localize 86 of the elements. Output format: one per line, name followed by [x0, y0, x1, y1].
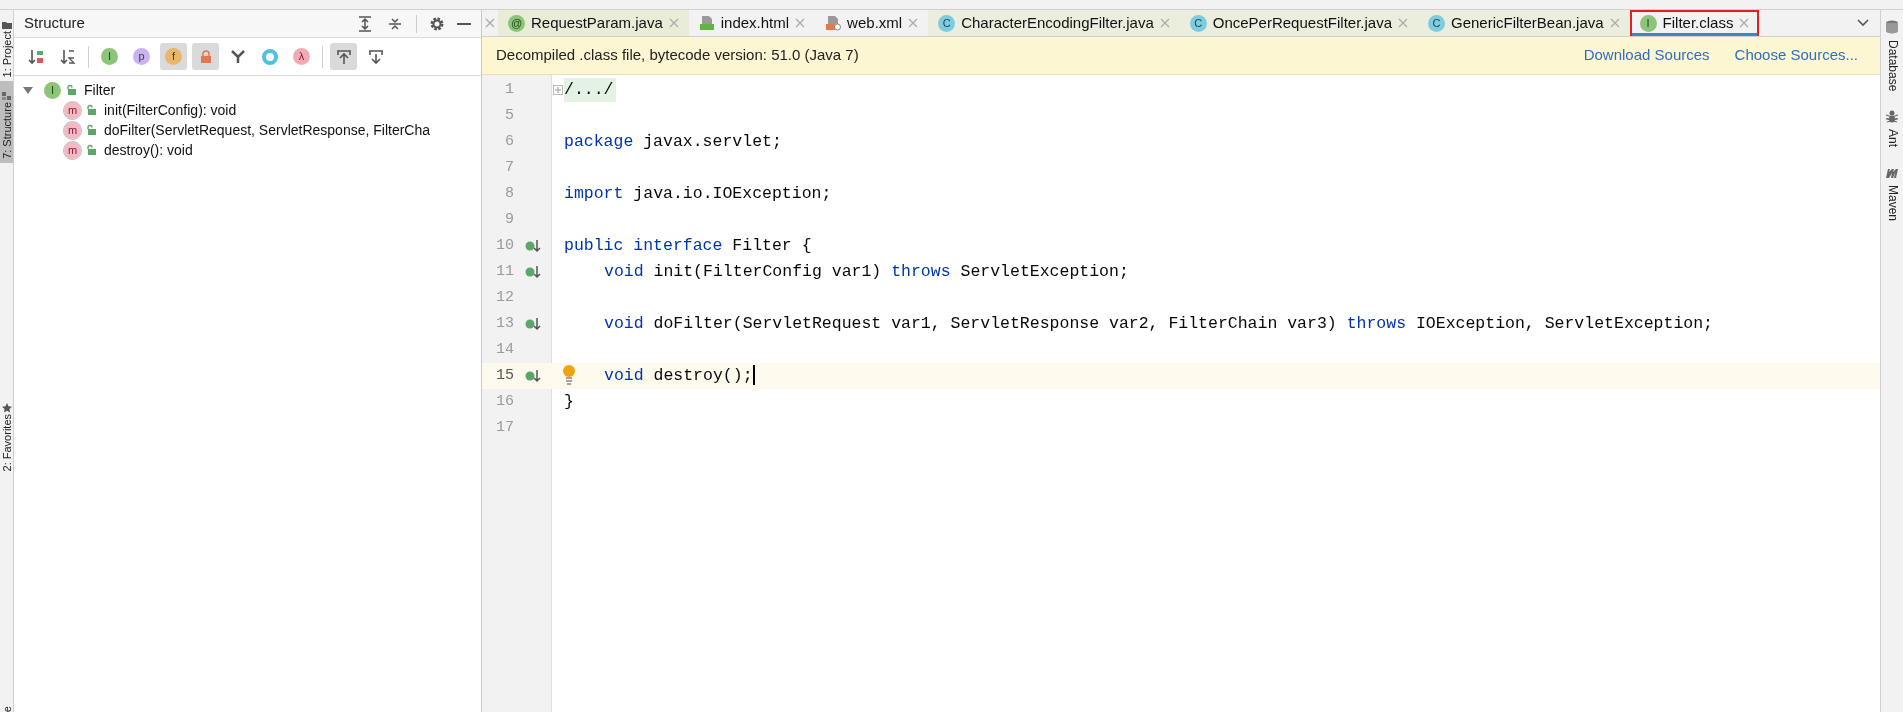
line-number: 8	[504, 183, 514, 204]
line-number: 16	[495, 391, 514, 412]
scroll-from-source-icon	[366, 47, 385, 66]
code-line: void doFilter(ServletRequest var1, ServletResponse var2, FilterChain var3) throws IOException, ServletException;	[603, 312, 1713, 335]
folder-icon	[0, 19, 13, 31]
line-number: 10	[495, 235, 514, 256]
lock-icon	[198, 49, 213, 64]
line-number: 6	[504, 131, 514, 152]
public-icon	[65, 84, 77, 96]
interface-icon: I	[1639, 14, 1657, 32]
line-number: 9	[504, 209, 514, 230]
expand-all-icon[interactable]	[358, 15, 372, 32]
toolbar-toggle[interactable]: p	[128, 43, 155, 70]
method-icon: m	[64, 101, 81, 119]
line-number: 15	[495, 365, 514, 386]
line-number: 5	[504, 105, 514, 126]
implemented-icon[interactable]	[525, 368, 541, 384]
xml-file-icon	[825, 15, 842, 31]
collapse-all-icon[interactable]	[388, 15, 402, 32]
tool-window-tab[interactable]: Maven	[1885, 159, 1899, 228]
interface-icon: I	[101, 48, 118, 65]
class-icon: C	[938, 14, 956, 32]
line-number: 12	[495, 287, 514, 308]
line-number: 13	[495, 313, 514, 334]
toolbar-toggle[interactable]	[192, 43, 219, 70]
annotation-icon: @	[508, 14, 525, 32]
method-icon: m	[64, 121, 81, 139]
banner-link[interactable]: Download Sources	[1583, 44, 1710, 67]
class-icon: C	[1428, 14, 1445, 32]
tool-window-tab[interactable]: 2: Favorites	[0, 393, 13, 476]
line-number: 17	[495, 417, 514, 438]
file-tab[interactable]: @ RequestParam.java	[498, 10, 689, 36]
code-line: }	[564, 390, 574, 413]
tool-window-tab[interactable]: Ant	[1885, 103, 1899, 154]
implemented-icon[interactable]	[525, 238, 541, 254]
database-icon	[1885, 20, 1899, 34]
implemented-icon[interactable]	[525, 316, 541, 332]
tree-item[interactable]: init(FilterConfig): void	[104, 99, 237, 121]
tree-item[interactable]: doFilter(ServletRequest, ServletResponse, FilterCha	[104, 119, 431, 141]
code-line: package javax.servlet;	[564, 130, 782, 153]
fork-icon	[229, 48, 246, 65]
html-file-icon	[698, 15, 715, 31]
public-icon	[85, 124, 97, 136]
line-number: 7	[504, 157, 514, 178]
implemented-icon[interactable]	[525, 264, 541, 280]
line-number: 11	[495, 261, 514, 282]
class-icon: C	[1189, 14, 1207, 32]
sort-visibility-icon	[26, 47, 45, 66]
panel-title: Structure	[24, 13, 85, 34]
code-line: public interface Filter {	[564, 234, 812, 257]
property-icon: p	[133, 48, 150, 65]
line-number: 1	[504, 79, 514, 100]
ant-icon	[1885, 109, 1899, 124]
scroll-to-source-icon	[334, 47, 353, 66]
field-icon: f	[165, 48, 182, 65]
tool-window-tab[interactable]: 1: Project	[0, 10, 13, 82]
tree-item[interactable]: Filter	[84, 79, 116, 101]
banner-text: Decompiled .class file, bytecode version: 51.0 (Java 7)	[496, 45, 859, 66]
tool-window-tab[interactable]: Database	[1885, 14, 1899, 98]
tool-window-tab[interactable]: e	[0, 705, 13, 712]
star-icon	[0, 402, 13, 415]
file-tab[interactable]: C CharacterEncodingFilter.java	[928, 10, 1180, 36]
code-line: import java.io.IOException;	[564, 182, 832, 205]
banner-link[interactable]: Choose Sources...	[1734, 44, 1858, 67]
toolbar-toggle[interactable]: f	[160, 43, 187, 70]
toolbar-toggle[interactable]	[330, 43, 357, 70]
line-number: 14	[495, 339, 514, 360]
file-tab[interactable]: C GenericFilterBean.java	[1418, 10, 1630, 36]
method-icon: m	[64, 141, 81, 159]
structure-icon	[0, 90, 13, 103]
file-tab[interactable]: I Filter.class	[1629, 10, 1760, 36]
tool-window-tab[interactable]: 7: Structure	[0, 81, 13, 164]
ring-icon	[260, 47, 279, 66]
settings-icon[interactable]	[429, 15, 445, 32]
lightbulb-icon[interactable]	[562, 365, 576, 385]
public-icon	[85, 144, 97, 156]
file-tab[interactable]: C OncePerRequestFilter.java	[1179, 10, 1418, 36]
expand-arrow-icon[interactable]	[22, 84, 34, 96]
toolbar-toggle[interactable]: λ	[288, 43, 315, 70]
sort-alpha-icon	[58, 47, 77, 66]
code-line: void init(FilterConfig var1) throws ServletException;	[603, 260, 1129, 283]
lambda-icon: λ	[293, 48, 310, 65]
public-icon	[85, 104, 97, 116]
interface-icon: I	[44, 81, 61, 99]
tree-item[interactable]: destroy(): void	[104, 139, 193, 161]
toolbar-toggle[interactable]: I	[96, 43, 123, 70]
